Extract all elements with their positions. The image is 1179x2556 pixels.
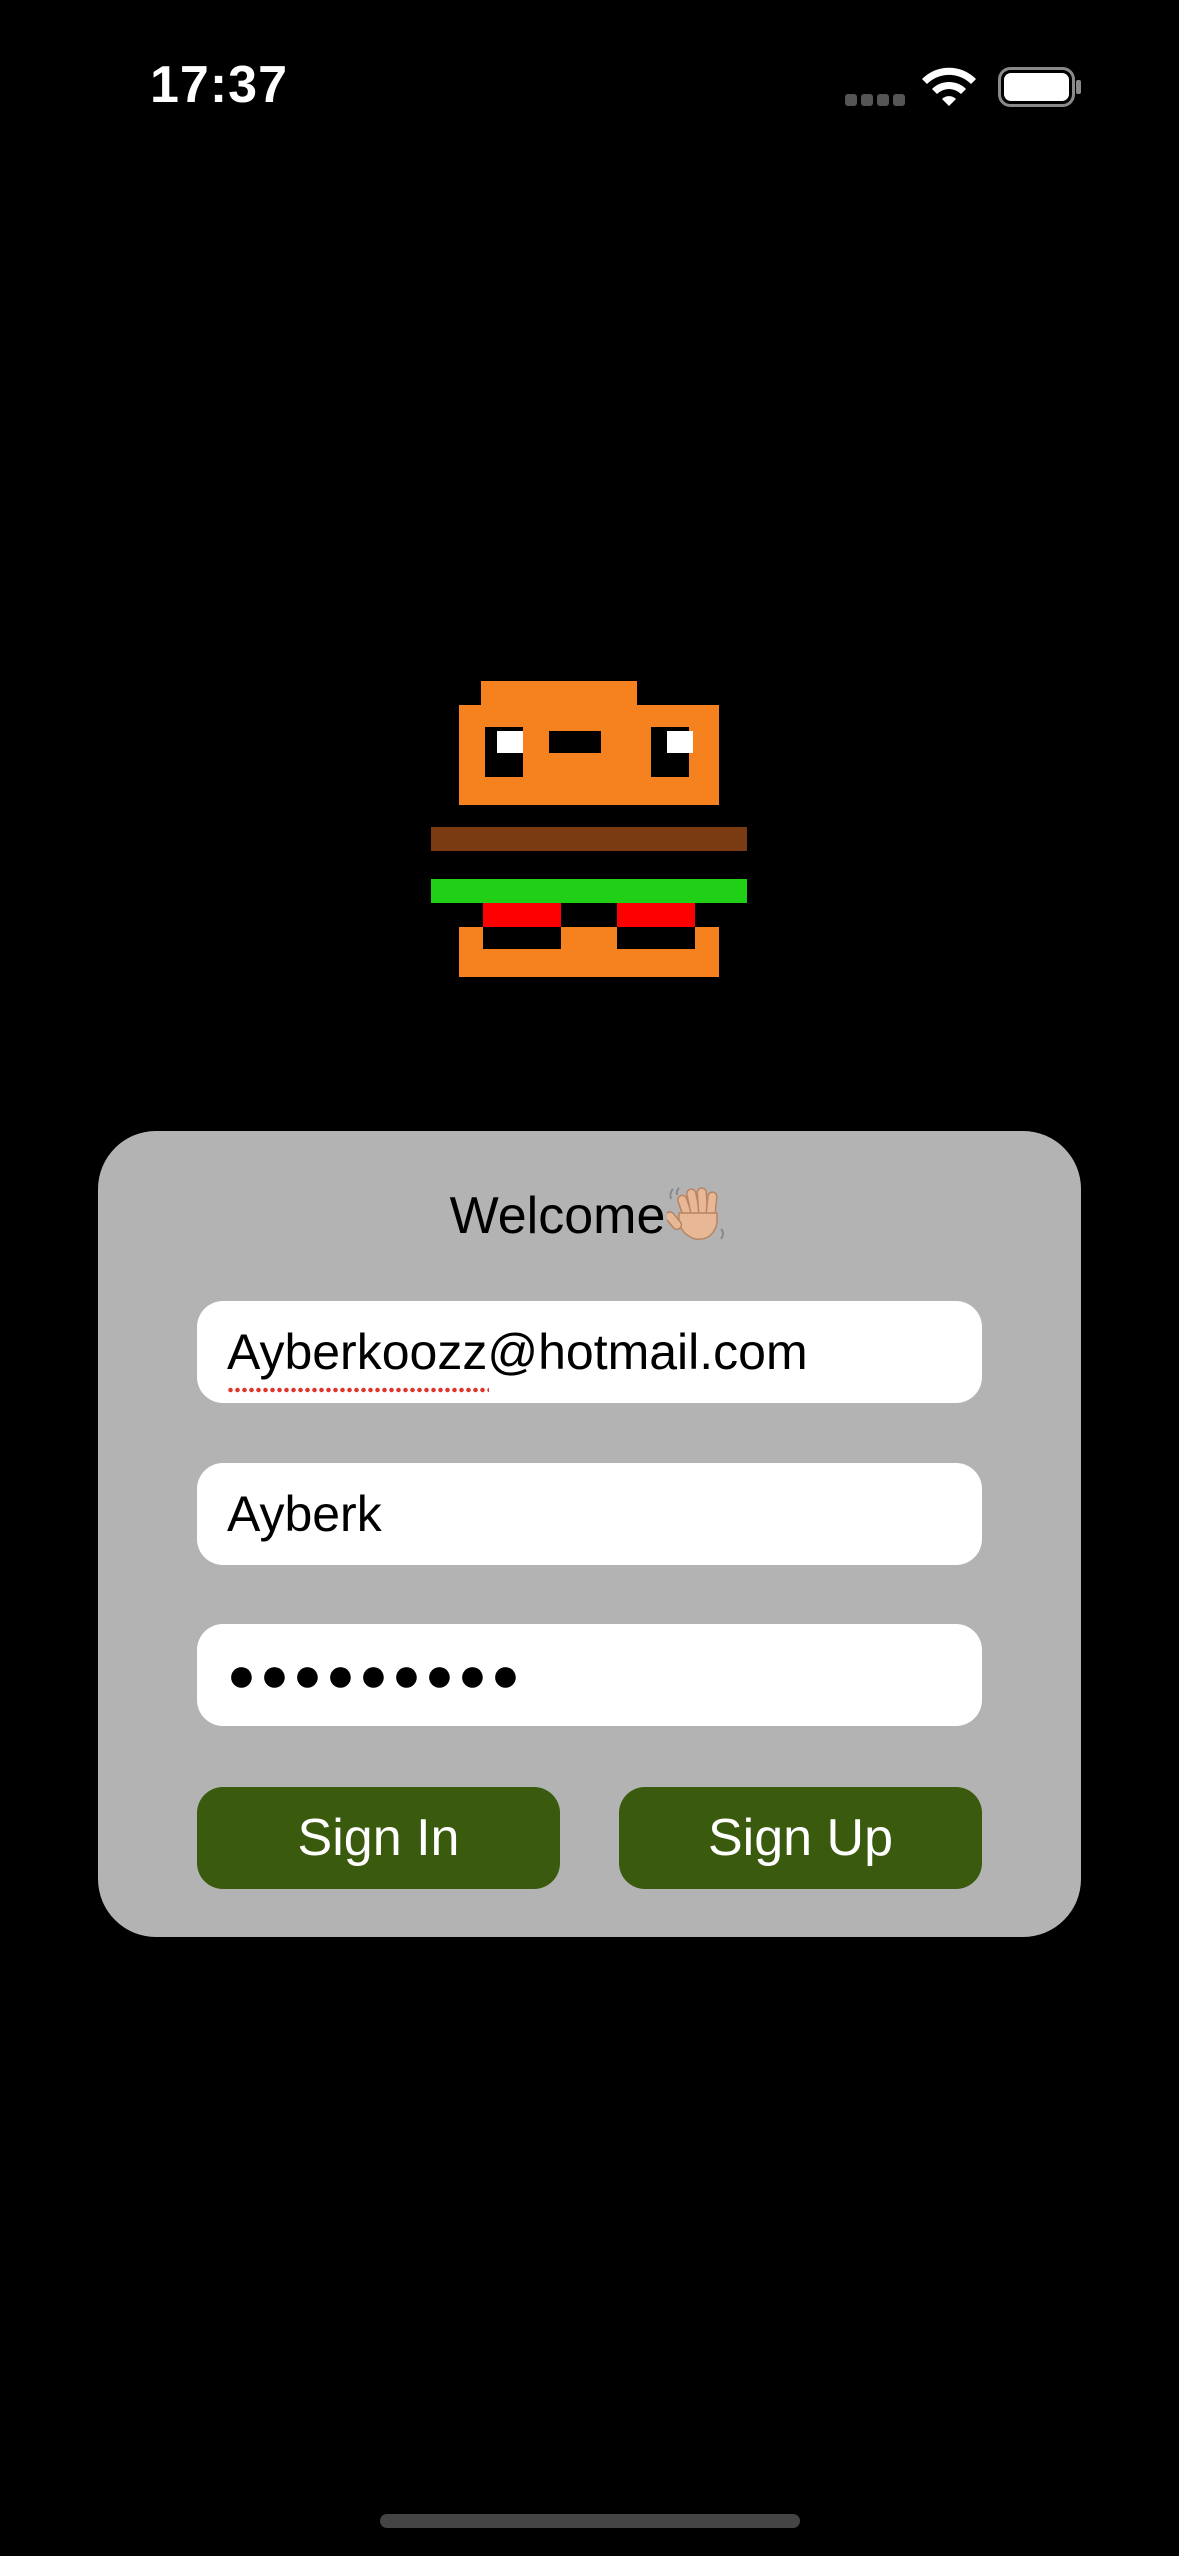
sign-up-button[interactable]: Sign Up [619, 1787, 982, 1889]
pixel-burger-icon [431, 681, 747, 977]
waving-hand-icon [667, 1187, 725, 1240]
battery-icon [998, 67, 1081, 107]
wifi-icon [922, 67, 976, 106]
email-field[interactable]: Ayberkoozz@hotmail.com [197, 1301, 982, 1403]
home-indicator[interactable] [380, 2514, 800, 2528]
welcome-heading: Welcome [98, 1183, 1081, 1246]
status-time: 17:37 [150, 56, 288, 114]
login-card: Welcome Ayberkoozz@hotmail.com Ayberk ●●… [98, 1131, 1081, 1937]
welcome-text: Welcome [449, 1187, 666, 1245]
email-value: Ayberkoozz@hotmail.com [227, 1323, 808, 1393]
name-field[interactable]: Ayberk [197, 1463, 982, 1565]
name-value: Ayberk [227, 1486, 382, 1542]
spellcheck-underline [227, 1387, 489, 1393]
cellular-signal-icon [845, 94, 905, 106]
password-field[interactable]: ●●●●●●●●● [197, 1624, 982, 1726]
sign-in-button[interactable]: Sign In [197, 1787, 560, 1889]
password-value: ●●●●●●●●● [227, 1648, 524, 1702]
